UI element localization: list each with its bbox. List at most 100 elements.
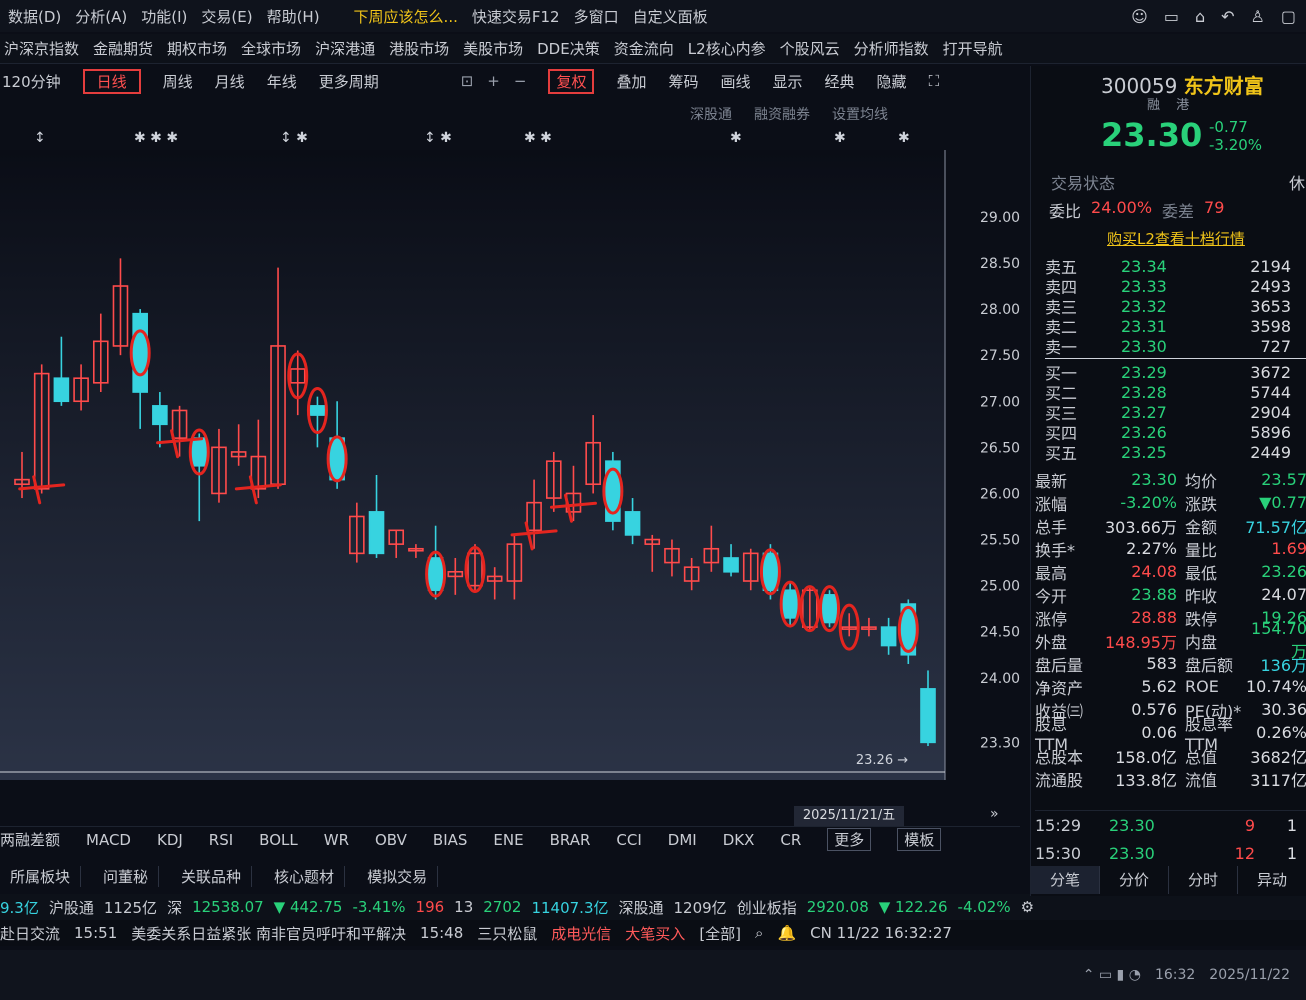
fullscreen-icon[interactable]: ⛶ <box>929 72 940 90</box>
tab-related[interactable]: 关联品种 <box>171 865 253 887</box>
tab-core-theme[interactable]: 核心题材 <box>264 865 346 887</box>
nav-open-navigation[interactable]: 打开导航 <box>943 38 1003 59</box>
event-marker[interactable]: ↕ ✱ <box>424 130 452 146</box>
draw-button[interactable]: 画线 <box>721 71 751 92</box>
tab-price-dist[interactable]: 分价 <box>1100 866 1169 894</box>
user-icon[interactable]: ☺ <box>1131 7 1148 26</box>
tab-obv[interactable]: OBV <box>375 831 407 849</box>
tab-dkx[interactable]: DKX <box>723 831 755 849</box>
tab-cr[interactable]: CR <box>780 831 801 849</box>
search-icon[interactable]: ⌕ <box>755 924 763 942</box>
tab-margin-diff[interactable]: 两融差额 <box>0 829 60 850</box>
bid-row[interactable]: 买二 23.28 5744 <box>1045 382 1291 404</box>
sgt-label[interactable]: 深股通 <box>618 897 663 918</box>
stock-name[interactable]: 东方财富 <box>1184 74 1264 98</box>
news-left[interactable]: 赴日交流 <box>0 923 60 944</box>
nav-l2[interactable]: L2核心内参 <box>688 38 766 59</box>
candle[interactable] <box>821 590 838 628</box>
nav-options[interactable]: 期权市场 <box>167 38 227 59</box>
tab-more[interactable]: 更多 <box>827 828 872 851</box>
nav-stock-news[interactable]: 个股风云 <box>780 38 840 59</box>
classic-button[interactable]: 经典 <box>825 71 855 92</box>
nav-futures[interactable]: 金融期货 <box>93 38 153 59</box>
period-weekly[interactable]: 周线 <box>163 71 193 92</box>
multi-window-button[interactable]: 多窗口 <box>574 6 619 27</box>
zoom-out-icon[interactable]: − <box>514 72 527 90</box>
home-icon[interactable]: ⌂ <box>1195 7 1205 26</box>
bid-row[interactable]: 买一 23.29 3672 <box>1045 362 1291 384</box>
nav-capital-flow[interactable]: 资金流向 <box>614 38 674 59</box>
signal-stock[interactable]: 成电光信 <box>551 923 611 944</box>
ask-row[interactable]: 卖一 23.30 727 <box>1045 336 1291 358</box>
minimize-icon[interactable]: ▢ <box>1281 7 1296 26</box>
tab-boll[interactable]: BOLL <box>259 831 298 849</box>
tab-bias[interactable]: BIAS <box>433 831 468 849</box>
tab-dmi[interactable]: DMI <box>668 831 697 849</box>
ma-settings-button[interactable]: 设置均线 <box>832 104 888 124</box>
sgt-button[interactable]: 深股通 <box>690 104 732 124</box>
nav-global[interactable]: 全球市场 <box>241 38 301 59</box>
nav-analyst[interactable]: 分析师指数 <box>854 38 929 59</box>
ask-row[interactable]: 卖四 23.33 2493 <box>1045 276 1291 298</box>
ask-row[interactable]: 卖五 23.34 2194 <box>1045 256 1291 278</box>
nav-hk-connect[interactable]: 沪深港通 <box>315 38 375 59</box>
ask-row[interactable]: 卖二 23.31 3598 <box>1045 316 1291 338</box>
tab-cci[interactable]: CCI <box>616 831 641 849</box>
bid-row[interactable]: 买四 23.26 5896 <box>1045 422 1291 444</box>
hgt-label[interactable]: 沪股通 <box>49 897 94 918</box>
menu-trade[interactable]: 交易(E) <box>201 6 252 27</box>
hide-button[interactable]: 隐藏 <box>877 71 907 92</box>
candle[interactable] <box>605 451 621 531</box>
menu-analysis[interactable]: 分析(A) <box>75 6 127 27</box>
news-headline-1[interactable]: 美委关系日益紧张 南非官员呼吁和平解决 <box>131 923 406 944</box>
zoom-in-icon[interactable]: + <box>487 72 500 90</box>
nav-us[interactable]: 美股市场 <box>463 38 523 59</box>
tab-sim-trade[interactable]: 模拟交易 <box>357 865 439 887</box>
nav-hk[interactable]: 港股市场 <box>389 38 449 59</box>
menu-function[interactable]: 功能(I) <box>141 6 187 27</box>
message-icon[interactable]: ▭ <box>1164 7 1179 26</box>
news-headline-2[interactable]: 三只松鼠 <box>477 923 537 944</box>
bid-row[interactable]: 买五 23.25 2449 <box>1045 442 1291 464</box>
nav-index[interactable]: 沪深京指数 <box>4 38 79 59</box>
period-120min[interactable]: 120分钟 <box>2 71 61 92</box>
event-marker[interactable]: ✱ <box>834 130 846 146</box>
period-yearly[interactable]: 年线 <box>267 71 297 92</box>
display-button[interactable]: 显示 <box>773 71 803 92</box>
bid-row[interactable]: 买三 23.27 2904 <box>1045 402 1291 424</box>
event-marker[interactable]: ↕ ✱ <box>280 130 308 146</box>
quick-trade-button[interactable]: 快速交易F12 <box>472 6 560 27</box>
ask-row[interactable]: 卖三 23.32 3653 <box>1045 296 1291 318</box>
custom-panel-button[interactable]: 自定义面板 <box>633 6 708 27</box>
tab-sector[interactable]: 所属板块 <box>0 865 82 887</box>
bell-icon[interactable]: 🔔 <box>777 924 796 942</box>
settings-icon[interactable]: ⚙ <box>1021 898 1034 916</box>
event-marker[interactable]: ✱ ✱ <box>524 130 552 146</box>
fuquan-dropdown[interactable]: 复权 <box>548 68 595 94</box>
l2-upsell-link[interactable]: 购买L2查看十档行情 <box>1107 228 1245 249</box>
candlestick-chart[interactable]: 29.00 28.50 28.00 27.50 27.00 26.50 26.00 25.50… <box>0 150 1020 800</box>
margin-button[interactable]: 融资融券 <box>754 104 810 124</box>
tab-alerts[interactable]: 异动 <box>1238 866 1306 894</box>
tray-icons[interactable]: ⌃ ▭ ▮ ◔ <box>1083 967 1141 983</box>
tab-kdj[interactable]: KDJ <box>157 831 183 849</box>
tab-ticks[interactable]: 分笔 <box>1031 866 1100 894</box>
period-daily[interactable]: 日线 <box>82 68 141 94</box>
period-more[interactable]: 更多周期 <box>319 71 379 92</box>
event-marker[interactable]: ✱ <box>730 130 742 146</box>
expand-icon[interactable]: » <box>990 806 999 822</box>
news-filter[interactable]: [全部] <box>699 923 741 944</box>
skin-icon[interactable]: ♙ <box>1251 7 1265 26</box>
chips-button[interactable]: 筹码 <box>668 71 698 92</box>
event-marker[interactable]: ✱ ✱ ✱ <box>134 130 178 146</box>
tab-ene[interactable]: ENE <box>493 831 523 849</box>
tab-template[interactable]: 模板 <box>897 828 942 851</box>
menu-help[interactable]: 帮助(H) <box>267 6 320 27</box>
tab-rsi[interactable]: RSI <box>209 831 233 849</box>
tab-wr[interactable]: WR <box>324 831 349 849</box>
tab-macd[interactable]: MACD <box>86 831 131 849</box>
tab-brar[interactable]: BRAR <box>550 831 591 849</box>
overlay-button[interactable]: 叠加 <box>616 71 646 92</box>
period-monthly[interactable]: 月线 <box>215 71 245 92</box>
tab-ask-secretary[interactable]: 问董秘 <box>93 865 160 887</box>
